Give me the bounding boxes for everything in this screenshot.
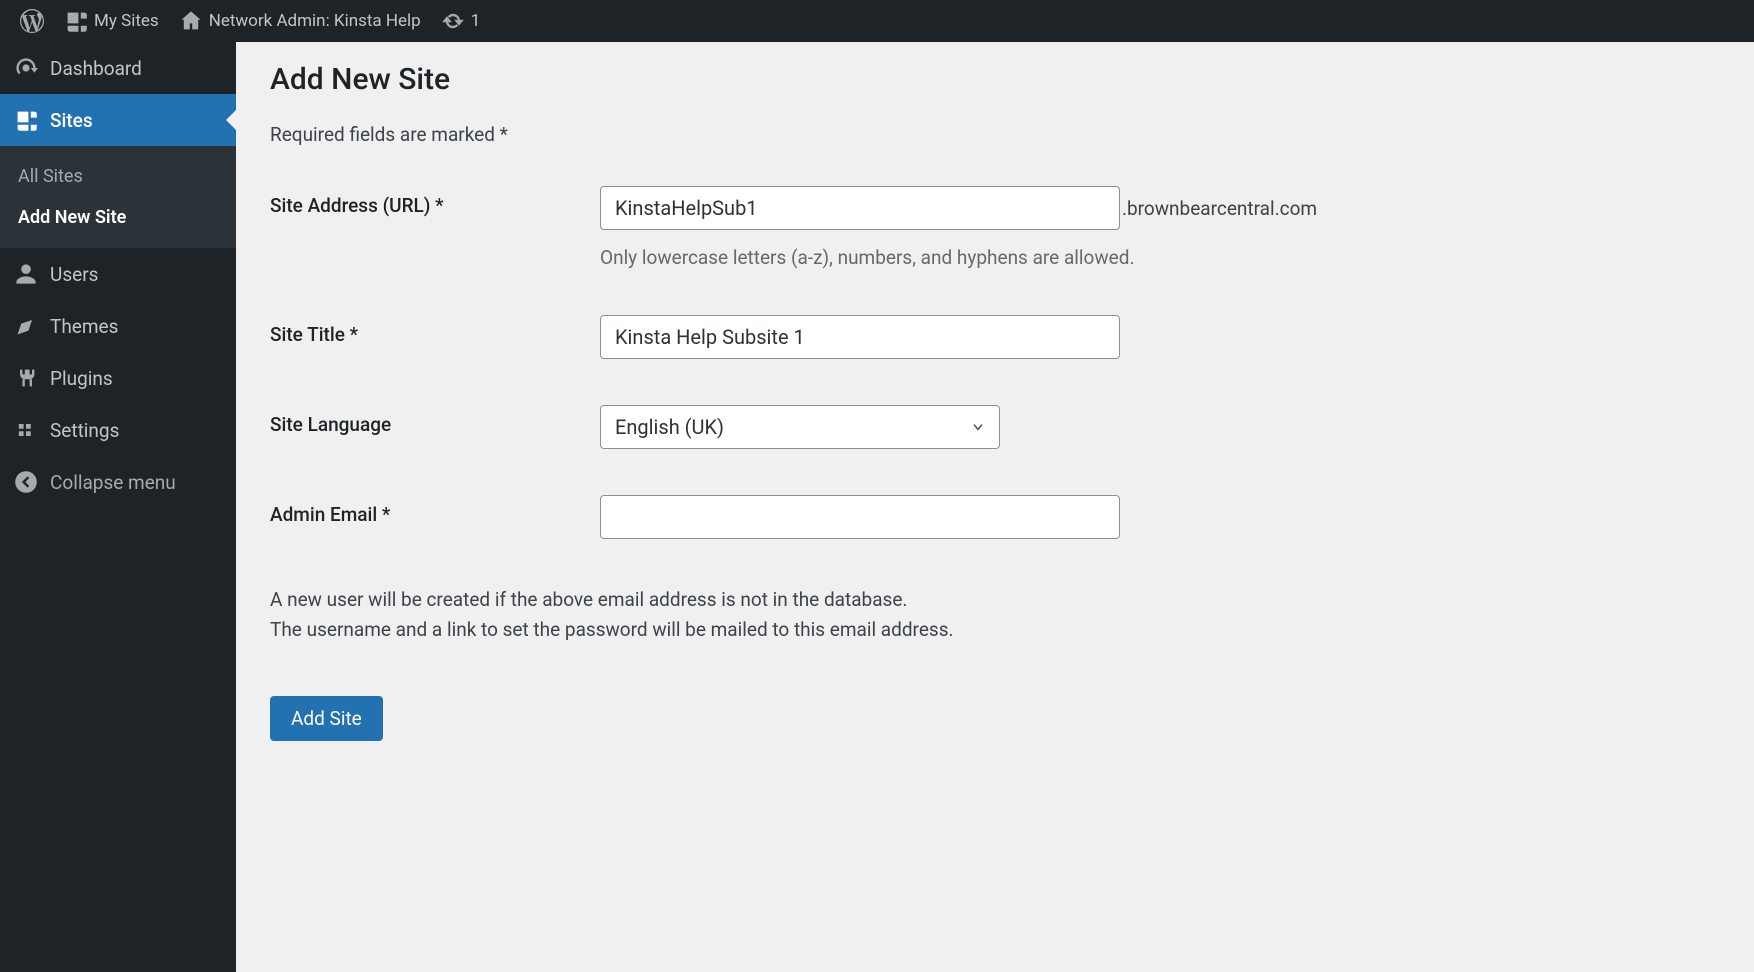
admin-sidebar: Dashboard Sites All Sites Add New Site U… <box>0 42 236 972</box>
settings-label: Settings <box>50 419 119 442</box>
users-label: Users <box>50 263 98 286</box>
submenu-add-new-site[interactable]: Add New Site <box>0 197 236 238</box>
field-site-address: Site Address (URL) * .brownbearcentral.c… <box>270 186 1720 269</box>
label-admin-email: Admin Email * <box>270 495 600 526</box>
collapse-label: Collapse menu <box>50 471 176 494</box>
site-language-select[interactable]: English (UK) <box>600 405 1000 449</box>
themes-icon <box>14 314 38 338</box>
multisite-icon <box>64 9 88 33</box>
plugins-icon <box>14 366 38 390</box>
wp-logo[interactable] <box>10 0 54 42</box>
users-icon <box>14 262 38 286</box>
themes-label: Themes <box>50 315 118 338</box>
home-icon <box>179 9 203 33</box>
all-sites-label: All Sites <box>18 166 83 187</box>
collapse-menu[interactable]: Collapse menu <box>0 456 236 508</box>
plugins-label: Plugins <box>50 367 113 390</box>
admin-bar: My Sites Network Admin: Kinsta Help 1 <box>0 0 1754 42</box>
network-admin-link[interactable]: Network Admin: Kinsta Help <box>169 0 431 42</box>
label-site-title: Site Title * <box>270 315 600 346</box>
add-site-button[interactable]: Add Site <box>270 696 383 741</box>
main-content: Add New Site Required fields are marked … <box>236 42 1754 972</box>
site-address-hint: Only lowercase letters (a-z), numbers, a… <box>600 246 1720 269</box>
admin-email-input[interactable] <box>600 495 1120 539</box>
sidebar-item-plugins[interactable]: Plugins <box>0 352 236 404</box>
info-line-1: A new user will be created if the above … <box>270 585 1720 615</box>
sidebar-item-users[interactable]: Users <box>0 248 236 300</box>
required-note: Required fields are marked * <box>270 123 1720 146</box>
sidebar-item-dashboard[interactable]: Dashboard <box>0 42 236 94</box>
field-site-title: Site Title * <box>270 315 1720 359</box>
my-sites-label: My Sites <box>94 11 159 31</box>
field-admin-email: Admin Email * <box>270 495 1720 539</box>
sites-label: Sites <box>50 109 93 132</box>
site-title-input[interactable] <box>600 315 1120 359</box>
label-site-address: Site Address (URL) * <box>270 186 600 217</box>
sidebar-item-settings[interactable]: Settings <box>0 404 236 456</box>
sites-submenu: All Sites Add New Site <box>0 146 236 248</box>
label-site-language: Site Language <box>270 405 600 436</box>
settings-icon <box>14 418 38 442</box>
sidebar-item-themes[interactable]: Themes <box>0 300 236 352</box>
sidebar-item-sites[interactable]: Sites <box>0 94 236 146</box>
wordpress-icon <box>20 9 44 33</box>
refresh-icon <box>441 9 465 33</box>
dashboard-icon <box>14 56 38 80</box>
info-text: A new user will be created if the above … <box>270 585 1720 646</box>
info-line-2: The username and a link to set the passw… <box>270 615 1720 645</box>
sites-icon <box>14 108 38 132</box>
submenu-all-sites[interactable]: All Sites <box>0 156 236 197</box>
updates-count: 1 <box>471 11 481 31</box>
site-address-input[interactable] <box>600 186 1120 230</box>
network-admin-label: Network Admin: Kinsta Help <box>209 11 421 31</box>
field-site-language: Site Language English (UK) <box>270 405 1720 449</box>
page-title: Add New Site <box>270 62 1720 97</box>
domain-suffix: .brownbearcentral.com <box>1122 197 1317 220</box>
collapse-icon <box>14 470 38 494</box>
updates-link[interactable]: 1 <box>431 0 491 42</box>
add-new-site-label: Add New Site <box>18 207 126 228</box>
dashboard-label: Dashboard <box>50 57 142 80</box>
my-sites-link[interactable]: My Sites <box>54 0 169 42</box>
